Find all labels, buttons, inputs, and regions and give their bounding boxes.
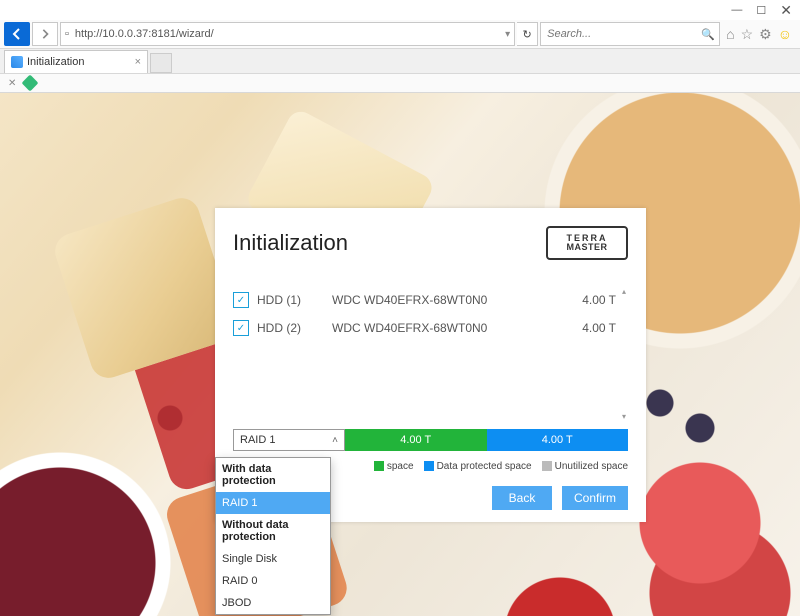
hdd-size: 4.00 T xyxy=(571,293,616,307)
nav-refresh-button[interactable]: ↻ xyxy=(517,22,538,46)
tab-title: Initialization xyxy=(27,56,84,68)
search-lens-icon[interactable]: 🔍 xyxy=(701,28,715,41)
address-bar[interactable]: ▫ ▾ xyxy=(60,22,515,46)
terramaster-logo: TERRA MASTER xyxy=(546,226,628,260)
hdd-model: WDC WD40EFRX-68WT0N0 xyxy=(332,293,571,307)
hdd-checkbox[interactable]: ✓ xyxy=(233,320,249,336)
tab-favicon xyxy=(11,56,23,68)
legend-item: space xyxy=(374,461,414,472)
favorites-icon[interactable]: ☆ xyxy=(741,26,754,43)
nav-forward-button[interactable] xyxy=(32,22,58,46)
extension-toolbar: ✕ xyxy=(0,74,800,93)
feedback-icon[interactable]: ☺ xyxy=(778,26,792,43)
tools-icon[interactable]: ⚙ xyxy=(759,26,772,43)
legend-item: Data protected space xyxy=(424,461,532,472)
raid-select[interactable]: RAID 1 ˄ xyxy=(233,429,345,451)
address-input[interactable] xyxy=(73,27,501,41)
raid-bar: RAID 1 ˄ 4.00 T 4.00 T xyxy=(233,429,628,451)
scroll-down-icon[interactable]: ▾ xyxy=(620,411,628,421)
scrollbar[interactable]: ▴ ▾ xyxy=(620,286,628,421)
search-bar[interactable]: 🔍 xyxy=(540,22,720,46)
dropdown-option-raid0[interactable]: RAID 0 xyxy=(216,570,330,592)
hdd-size: 4.00 T xyxy=(571,321,616,335)
nav-back-button[interactable] xyxy=(4,22,30,46)
page-icon: ▫ xyxy=(65,28,69,40)
home-icon[interactable]: ⌂ xyxy=(726,26,734,43)
dropdown-option-single-disk[interactable]: Single Disk xyxy=(216,548,330,570)
dropdown-url-icon[interactable]: ▾ xyxy=(505,29,510,40)
tab-close-icon[interactable]: × xyxy=(135,56,141,68)
scroll-up-icon[interactable]: ▴ xyxy=(620,286,628,296)
hdd-model: WDC WD40EFRX-68WT0N0 xyxy=(332,321,571,335)
dropdown-header-protected: With data protection xyxy=(216,458,330,492)
hdd-row: ✓ HDD (2) WDC WD40EFRX-68WT0N0 4.00 T xyxy=(233,314,616,342)
dropdown-header-unprotected: Without data protection xyxy=(216,514,330,548)
hdd-checkbox[interactable]: ✓ xyxy=(233,292,249,308)
raid-dropdown: With data protection RAID 1 Without data… xyxy=(215,457,331,615)
back-button[interactable]: Back xyxy=(492,486,552,510)
raid-selected-label: RAID 1 xyxy=(240,434,275,446)
segment-protected: 4.00 T xyxy=(487,429,629,451)
window-minimize-button[interactable]: — xyxy=(731,4,742,16)
browser-nav-row: ▫ ▾ ↻ 🔍 ⌂ ☆ ⚙ ☺ xyxy=(0,20,800,49)
toolbar-close-icon[interactable]: ✕ xyxy=(8,78,16,89)
window-title-bar: — ☐ ✕ xyxy=(0,0,800,20)
wizard-title: Initialization xyxy=(233,230,348,256)
hdd-name: HDD (1) xyxy=(257,293,332,307)
confirm-button[interactable]: Confirm xyxy=(562,486,628,510)
new-tab-button[interactable] xyxy=(150,53,172,73)
shield-icon[interactable] xyxy=(22,75,39,92)
window-close-button[interactable]: ✕ xyxy=(780,2,792,19)
page-content: Initialization TERRA MASTER ✓ HDD (1) WD… xyxy=(0,93,800,616)
swatch-unutilized xyxy=(542,461,552,471)
hdd-row: ✓ HDD (1) WDC WD40EFRX-68WT0N0 4.00 T xyxy=(233,286,616,314)
chevron-up-icon: ˄ xyxy=(332,435,338,446)
hdd-name: HDD (2) xyxy=(257,321,332,335)
browser-chrome: — ☐ ✕ ▫ ▾ ↻ 🔍 ⌂ ☆ ⚙ ☺ Initializatio xyxy=(0,0,800,93)
legend-item: Unutilized space xyxy=(542,461,628,472)
browser-tab-row: Initialization × xyxy=(0,49,800,74)
browser-tab[interactable]: Initialization × xyxy=(4,50,148,73)
chrome-right-icons: ⌂ ☆ ⚙ ☺ xyxy=(722,26,796,43)
hdd-list: ✓ HDD (1) WDC WD40EFRX-68WT0N0 4.00 T ✓ … xyxy=(233,286,628,421)
segment-available: 4.00 T xyxy=(345,429,487,451)
dropdown-option-jbod[interactable]: JBOD xyxy=(216,592,330,614)
swatch-available xyxy=(374,461,384,471)
dropdown-option-raid1[interactable]: RAID 1 xyxy=(216,492,330,514)
search-input[interactable] xyxy=(545,27,701,41)
swatch-protected xyxy=(424,461,434,471)
window-maximize-button[interactable]: ☐ xyxy=(756,4,766,17)
